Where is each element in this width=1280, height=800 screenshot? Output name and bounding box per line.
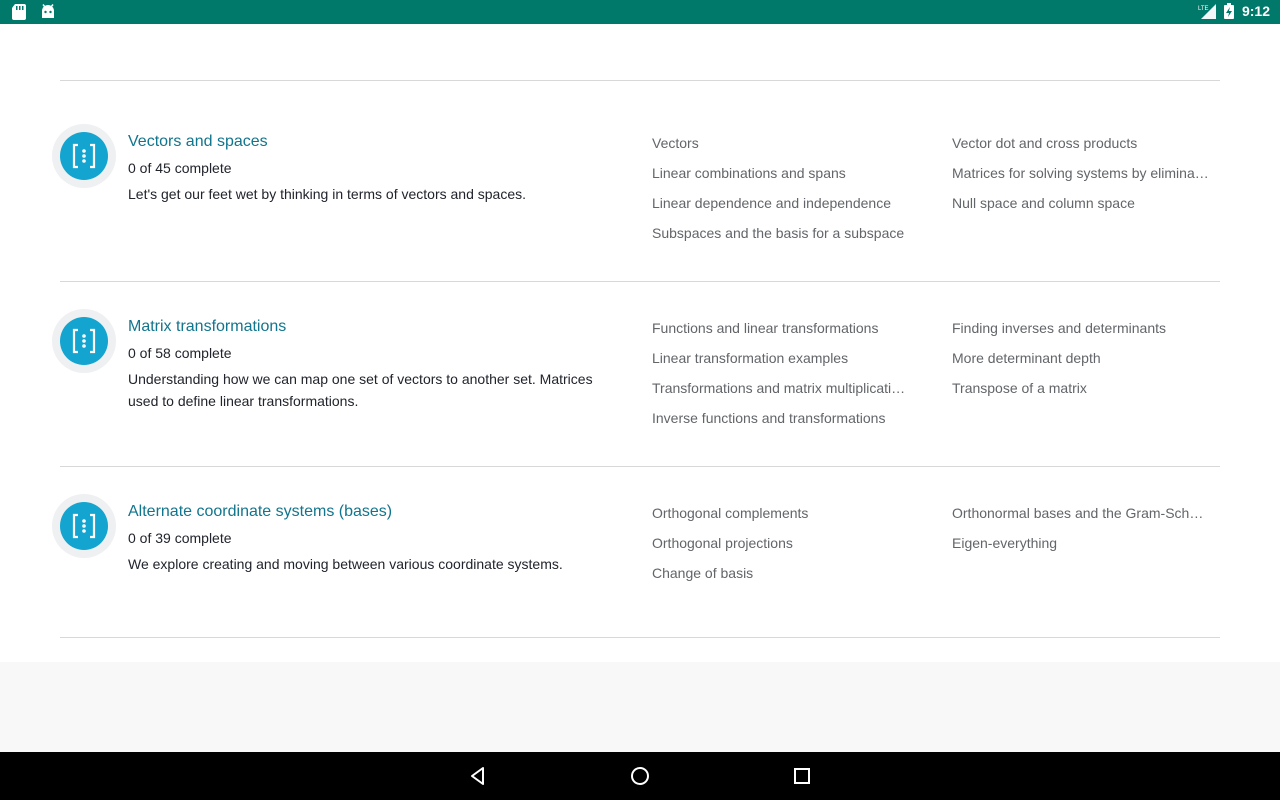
lesson-link[interactable]: Orthogonal complements — [652, 505, 920, 521]
unit-list: Vectors and spaces 0 of 45 complete Let'… — [0, 24, 1280, 662]
lesson-link[interactable]: Functions and linear transformations — [652, 320, 920, 336]
lesson-link[interactable]: Matrices for solving systems by elimina… — [952, 165, 1220, 181]
home-icon[interactable] — [628, 764, 652, 788]
unit-progress: 0 of 58 complete — [128, 345, 232, 361]
lesson-link[interactable]: Vectors — [652, 135, 920, 151]
lesson-link[interactable]: Linear combinations and spans — [652, 165, 920, 181]
lesson-link[interactable]: Null space and column space — [952, 195, 1220, 211]
lesson-link[interactable]: Vector dot and cross products — [952, 135, 1220, 151]
unit-icon-badge — [52, 494, 116, 558]
unit-description: Understanding how we can map one set of … — [128, 371, 593, 409]
lesson-link[interactable]: Transpose of a matrix — [952, 380, 1220, 396]
unit-description: Let's get our feet wet by thinking in te… — [128, 186, 526, 202]
lesson-link[interactable]: Inverse functions and transformations — [652, 410, 920, 426]
lesson-link[interactable]: Transformations and matrix multiplicati… — [652, 380, 920, 396]
lesson-link[interactable]: Subspaces and the basis for a subspace — [652, 225, 920, 241]
unit-progress: 0 of 45 complete — [128, 160, 232, 176]
divider — [60, 80, 1220, 81]
unit-icon-badge — [52, 124, 116, 188]
svg-text:LTE: LTE — [1198, 6, 1209, 12]
matrix-bracket-icon — [60, 502, 108, 550]
lesson-link[interactable]: Change of basis — [652, 565, 920, 581]
back-icon[interactable] — [466, 764, 490, 788]
lesson-link[interactable]: More determinant depth — [952, 350, 1220, 366]
lesson-link[interactable]: Eigen-everything — [952, 535, 1220, 551]
divider — [60, 637, 1220, 638]
lesson-link[interactable]: Linear transformation examples — [652, 350, 920, 366]
lesson-link[interactable]: Finding inverses and determinants — [952, 320, 1220, 336]
divider — [60, 281, 1220, 282]
status-bar: LTE 9:12 — [0, 0, 1280, 24]
signal-icon: LTE — [1198, 3, 1216, 19]
sd-card-icon — [12, 4, 26, 20]
battery-charging-icon — [1223, 3, 1234, 19]
android-debug-icon — [40, 4, 56, 20]
unit-title[interactable]: Vectors and spaces — [128, 133, 268, 151]
clock: 9:12 — [1241, 3, 1270, 19]
recents-icon[interactable] — [790, 764, 814, 788]
lesson-link[interactable]: Linear dependence and independence — [652, 195, 920, 211]
lesson-link[interactable]: Orthogonal projections — [652, 535, 920, 551]
matrix-bracket-icon — [60, 317, 108, 365]
unit-title[interactable]: Matrix transformations — [128, 318, 286, 336]
divider — [60, 466, 1220, 467]
matrix-bracket-icon — [60, 132, 108, 180]
footer-area — [0, 662, 1280, 752]
unit-description: We explore creating and moving between v… — [128, 556, 563, 572]
unit-title[interactable]: Alternate coordinate systems (bases) — [128, 503, 392, 521]
unit-icon-badge — [52, 309, 116, 373]
lesson-link[interactable]: Orthonormal bases and the Gram-Sch… — [952, 505, 1220, 521]
unit-progress: 0 of 39 complete — [128, 530, 232, 546]
navigation-bar — [0, 752, 1280, 800]
